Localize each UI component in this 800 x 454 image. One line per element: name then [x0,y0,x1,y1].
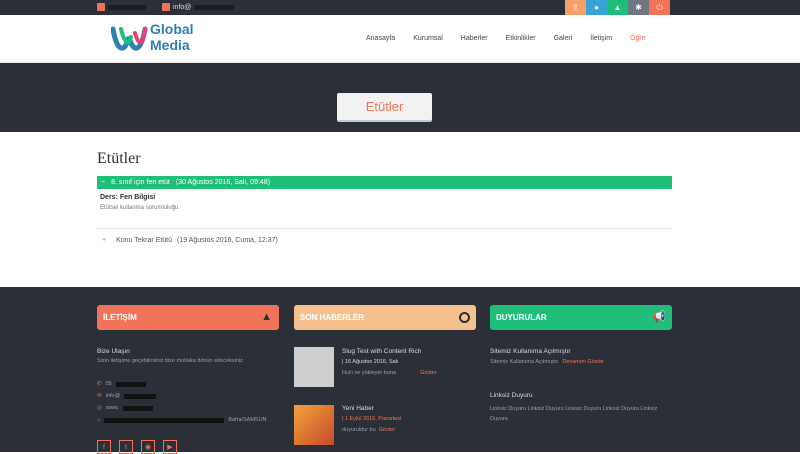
top-bar: info@ ⇪ ● ▲ ✱ ⏻ [0,0,800,15]
announcement-text-2: Linksiz Duyuru Linksiz Duyuru Linksiz Du… [490,406,658,422]
news-more-2[interactable]: Göster [379,427,396,433]
news-title-1[interactable]: Slug Test with Content Rich [342,348,421,355]
clock-icon [459,312,470,323]
email-icon [162,3,170,11]
contact-address: ⌂ Bafra/SAMSUN [97,417,267,423]
nav-item-gallery[interactable]: Galeri [554,35,573,42]
brand-name[interactable]: Global Media [150,21,194,53]
accordion-date: (19 Ağustos 2016, Cuma, 12:37) [177,237,278,244]
news-thumbnail-2[interactable] [294,405,334,445]
contact-web-text: www. [105,405,119,411]
page-title: Etütler [97,150,141,167]
announcement-more-1[interactable]: Devamını Göster [562,359,604,365]
email-masked [124,393,157,399]
graduation-cap-icon[interactable]: ▲ [607,0,628,15]
news-title-2[interactable]: Yeni Haber [342,405,374,412]
phone-masked [115,381,146,387]
accordion-label: Konu Tekrar Etütü [116,237,172,244]
megaphone-icon: 📢 [652,311,666,323]
top-icon-group: ⇪ ● ▲ ✱ ⏻ [565,0,670,15]
news-excerpt-2: duyuruldur bu [342,427,376,433]
accordion-body: Ders: Fen Bilgisi Etütsel kullanma sorum… [97,189,672,229]
site-footer: İLETİŞİM ▲ Bize Ulaşın Sizin iletişime g… [0,287,800,454]
contact-phone-text: 05 [105,381,112,387]
news-heading: SON HABERLER [294,305,476,330]
nav-item-student[interactable]: Öğre [630,35,646,42]
announcement-title-1[interactable]: Sitemiz Kullanıma Açılmıştır [490,348,571,355]
announcement-text-1: Sitemiz Kullanıma Açılmıştır. [490,359,560,365]
address-masked [104,417,225,423]
nav-item-contact[interactable]: İletişim [590,35,612,42]
accordion-closed-text: Konu Tekrar Etütü (19 Ağustos 2016, Cuma… [116,237,278,244]
announcement-title-2[interactable]: Linksiz Duyuru [490,392,533,399]
home-icon: ⌂ [97,417,101,423]
accordion-label: 8. sınıf için fen etüt [111,179,170,186]
accordion-item-closed[interactable]: + Konu Tekrar Etütü (19 Ağustos 2016, Cu… [97,234,672,247]
contact-phone: ✆ 05 [97,381,146,387]
site-header: Global Media Anasayfa Kurumsal Haberler … [0,15,800,63]
nav-item-news[interactable]: Haberler [461,35,488,42]
email-icon: ✉ [97,393,102,399]
globe-icon: ◎ [97,405,102,411]
web-masked [122,405,153,411]
graduation-cap-icon: ▲ [261,311,272,323]
course-description: Etütsel kullanma sorumluluğu [100,205,179,211]
contact-email[interactable]: ✉ info@ [97,393,157,399]
email-label: info@ [173,3,192,11]
brand-line-1: Global [150,21,194,37]
nav-item-home[interactable]: Anasayfa [366,35,395,42]
news-date-1: | 16 Ağustos 2016, Salı [342,359,399,365]
share-icon[interactable]: ⇪ [565,0,586,15]
phone-icon [97,3,105,11]
announcements-heading: DUYURULAR 📢 [490,305,672,330]
contact-web[interactable]: ◎ www. [97,405,153,411]
contact-text: Sizin iletişime geçebilirsiniz bize mutl… [97,358,243,364]
page-banner: Etütler [0,63,800,132]
expand-icon[interactable]: + [102,237,106,244]
collapse-icon[interactable]: − [101,179,105,186]
news-excerpt-1: Hızlı ve yükleyer buna [342,370,397,376]
email-masked [194,4,235,10]
news-date-2: | 1 Eylül 2016, Pazartesi [342,416,402,422]
announcements-heading-label: DUYURULAR [496,313,547,322]
banner-title: Etütler [337,93,432,120]
nav-item-corporate[interactable]: Kurumsal [413,35,443,42]
phone-masked [108,4,146,10]
nav-item-events[interactable]: Etkinlikler [506,35,536,42]
brand-line-2: Media [150,37,190,53]
main-nav: Anasayfa Kurumsal Haberler Etkinlikler G… [366,35,646,42]
news-more-1[interactable]: Göster [420,370,437,376]
contact-heading: İLETİŞİM ▲ [97,305,279,330]
email-contact[interactable]: info@ [162,3,235,11]
announcement-row-1: Sitemiz Kullanıma Açılmıştır. Devamını G… [490,359,604,365]
news-excerpt-row-2: duyuruldur bu Göster [342,427,395,433]
phone-icon: ✆ [97,381,102,387]
gears-icon[interactable]: ✱ [628,0,649,15]
news-thumbnail-1[interactable] [294,347,334,387]
news-heading-label: SON HABERLER [300,313,365,322]
logout-icon[interactable]: ⏻ [649,0,670,15]
contact-email-text: info@ [105,393,121,399]
accordion-item-open[interactable]: − 8. sınıf için fen etüt (30 Ağustos 201… [97,176,672,189]
phone-contact [97,3,146,11]
contact-subtitle: Bize Ulaşın [97,348,130,355]
news-excerpt-row-1: Hızlı ve yükleyer buna Göster [342,370,437,376]
course-name: Ders: Fen Bilgisi [100,194,156,201]
contact-address-text: Bafra/SAMSUN [228,417,267,423]
user-icon[interactable]: ● [586,0,607,15]
accordion-date: (30 Ağustos 2016, Salı, 09:48) [175,179,271,186]
contact-heading-label: İLETİŞİM [103,313,137,322]
